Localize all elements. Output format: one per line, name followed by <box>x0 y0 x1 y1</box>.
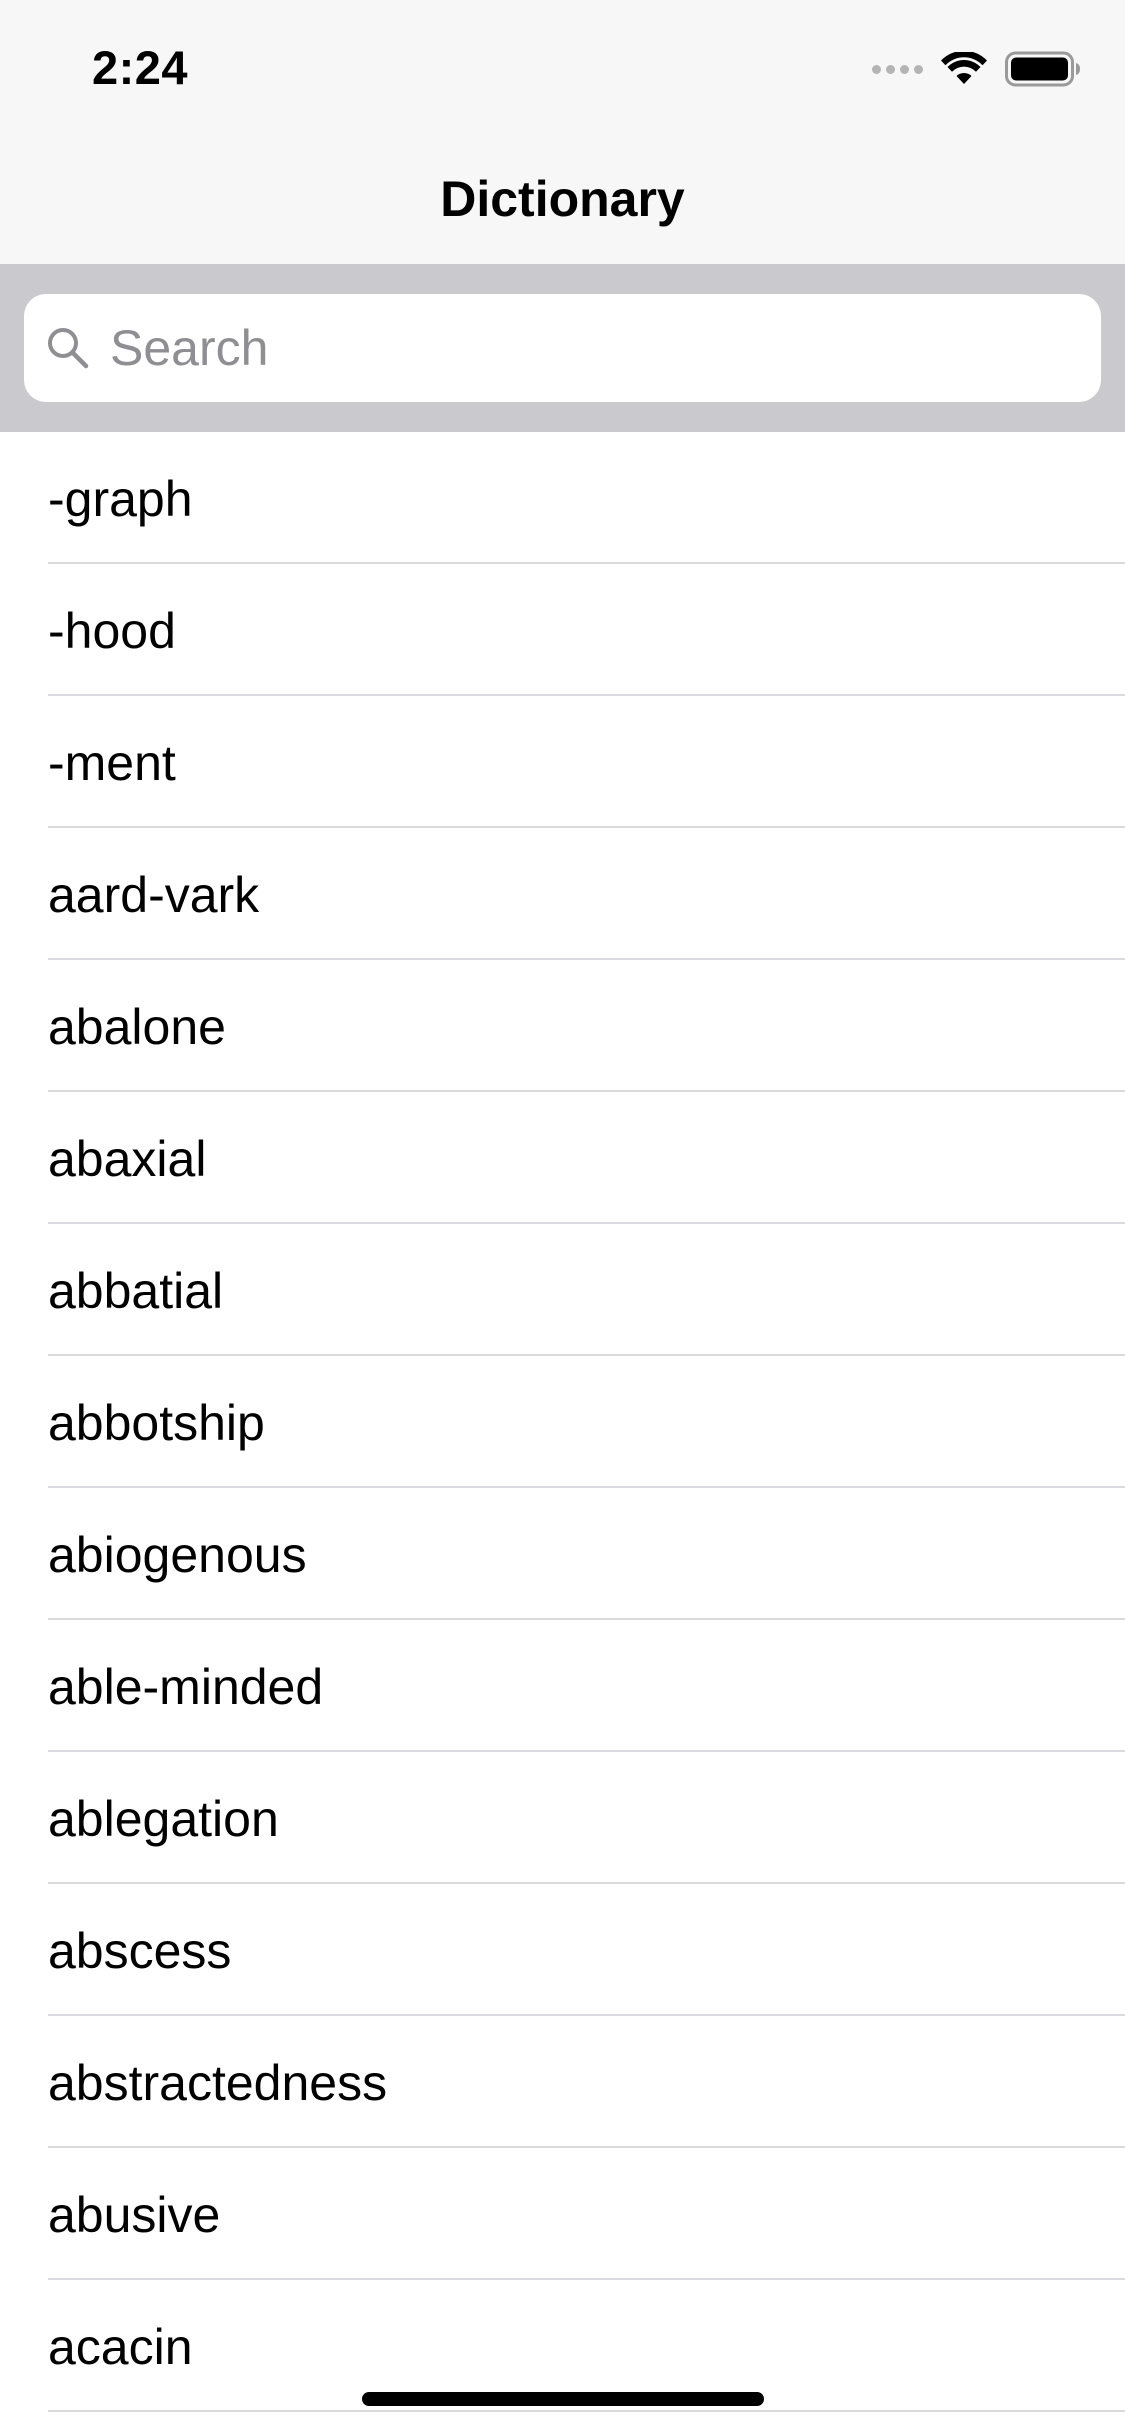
list-item[interactable]: abbatial <box>0 1224 1125 1356</box>
search-icon <box>48 328 89 369</box>
list-item[interactable]: abusive <box>0 2148 1125 2280</box>
word-label: abscess <box>48 1923 232 1979</box>
word-label: abbotship <box>48 1395 265 1451</box>
battery-icon <box>1005 51 1080 87</box>
list-item[interactable]: abbotship <box>0 1356 1125 1488</box>
word-label: -hood <box>48 603 176 659</box>
navigation-bar: Dictionary <box>0 132 1125 264</box>
status-icons <box>867 48 1081 90</box>
search-input[interactable]: Search <box>24 294 1101 402</box>
search-placeholder: Search <box>110 320 269 376</box>
word-label: abaxial <box>48 1131 207 1187</box>
list-item[interactable]: aard-vark <box>0 828 1125 960</box>
word-label: -ment <box>48 735 176 791</box>
word-label: abusive <box>48 2187 221 2243</box>
word-label: -graph <box>48 471 193 527</box>
list-item[interactable]: able-minded <box>0 1620 1125 1752</box>
word-label: abstractedness <box>48 2055 388 2111</box>
word-label: abbatial <box>48 1263 224 1319</box>
word-label: able-minded <box>48 1659 324 1715</box>
list-item[interactable]: abiogenous <box>0 1488 1125 1620</box>
home-indicator[interactable] <box>362 2392 764 2406</box>
word-label: aard-vark <box>48 867 260 923</box>
list-item[interactable]: -graph <box>0 432 1125 564</box>
page-title: Dictionary <box>440 171 685 227</box>
search-bar-container: Search <box>0 264 1125 432</box>
word-label: abiogenous <box>48 1527 307 1583</box>
list-item[interactable]: abscess <box>0 1884 1125 2016</box>
status-time: 2:24 <box>92 41 189 94</box>
list-item[interactable]: abalone <box>0 960 1125 1092</box>
list-item[interactable]: abstractedness <box>0 2016 1125 2148</box>
word-label: acacin <box>48 2319 193 2375</box>
list-item[interactable]: ablegation <box>0 1752 1125 1884</box>
word-label: abalone <box>48 999 226 1055</box>
word-label: ablegation <box>48 1791 279 1847</box>
cellular-signal-icon <box>867 64 923 74</box>
list-item[interactable]: -ment <box>0 696 1125 828</box>
list-item[interactable]: abaxial <box>0 1092 1125 1224</box>
status-bar: 2:24 <box>0 0 1125 132</box>
wifi-icon <box>941 52 987 84</box>
list-item[interactable]: -hood <box>0 564 1125 696</box>
word-list: -graph -hood -ment aard-vark abalone abaxial a… <box>0 432 1125 2412</box>
